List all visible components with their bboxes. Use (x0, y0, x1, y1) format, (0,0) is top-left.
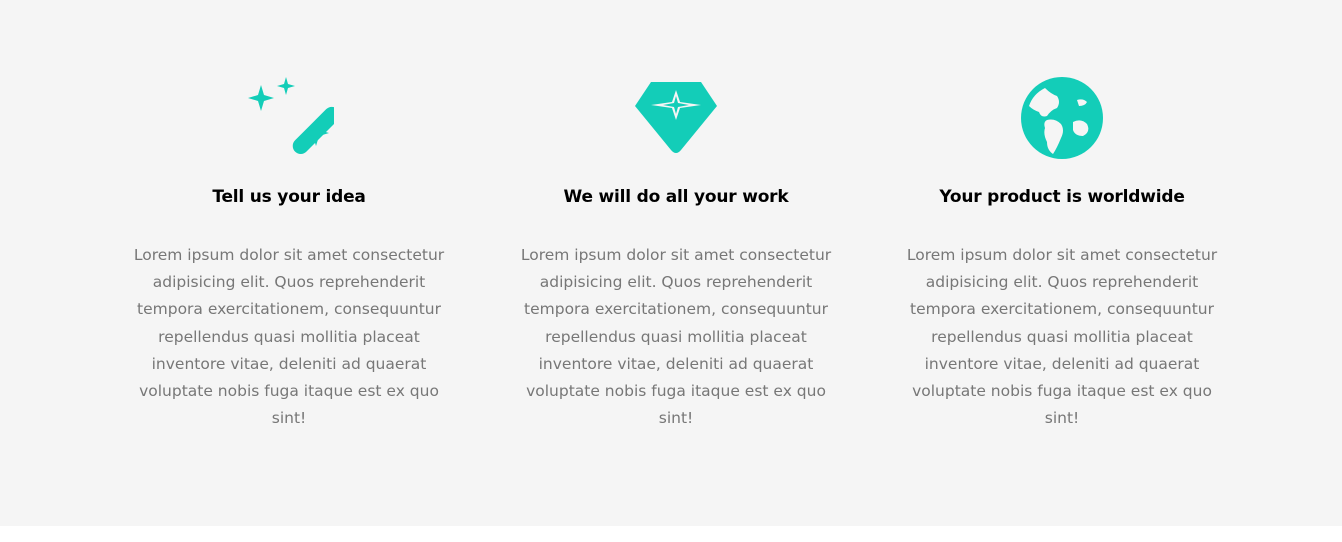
feature-description: Lorem ipsum dolor sit amet consectetur a… (520, 246, 832, 428)
feature-title: Tell us your idea (212, 187, 366, 207)
features-section: Tell us your idea Lorem ipsum dolor sit … (0, 0, 1342, 526)
feature-description: Lorem ipsum dolor sit amet consectetur a… (133, 246, 445, 428)
magic-wand-icon (244, 76, 334, 160)
feature-description: Lorem ipsum dolor sit amet consectetur a… (906, 246, 1218, 428)
globe-icon (1017, 76, 1107, 160)
feature-title: Your product is worldwide (939, 187, 1185, 207)
feature-card: Tell us your idea Lorem ipsum dolor sit … (119, 76, 459, 432)
feature-card: Your product is worldwide Lorem ipsum do… (892, 76, 1232, 432)
feature-title: We will do all your work (563, 187, 789, 207)
gem-icon (631, 76, 721, 160)
feature-card: We will do all your work Lorem ipsum dol… (506, 76, 846, 432)
